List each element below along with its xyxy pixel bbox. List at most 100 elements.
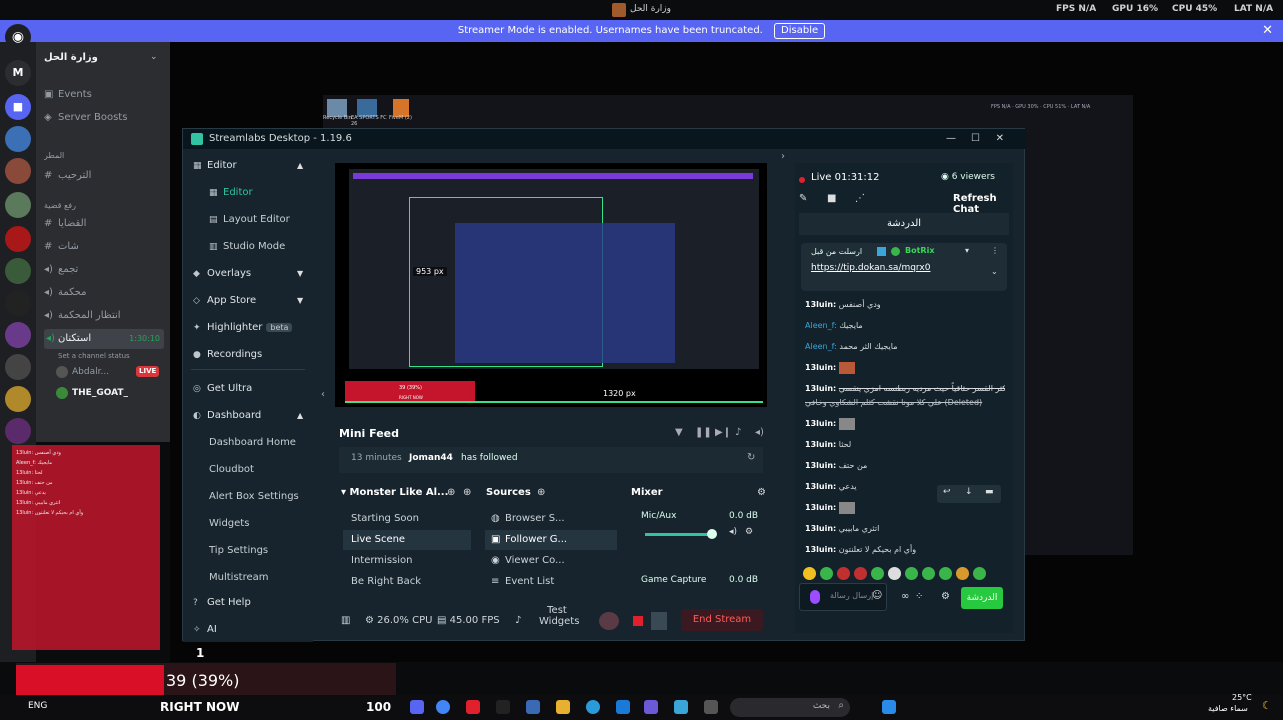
filter-icon[interactable]: ▼: [675, 427, 683, 438]
send-chat-button[interactable]: الدردشة: [961, 587, 1003, 609]
nav-layout-editor[interactable]: ▤ Layout Editor: [209, 209, 290, 231]
emote-icon[interactable]: [837, 567, 850, 580]
tiktok-taskbar-icon[interactable]: [496, 700, 510, 714]
pinned-message[interactable]: ارسلت من قبل BotRix ▾ ⋮ https://tip.doka…: [801, 243, 1007, 291]
chat-message[interactable]: 13luin: وأي ام بحيكم لا تعلنتون: [805, 543, 1005, 557]
source-item[interactable]: ≡ Event List: [485, 572, 617, 592]
feed-item[interactable]: 13 minutes Joman44 has followed ↻: [339, 447, 763, 473]
nav-editor-sub[interactable]: ▦ Editor: [209, 182, 253, 204]
emote-icon[interactable]: [956, 567, 969, 580]
source-item[interactable]: ◉ Viewer Co...: [485, 551, 617, 571]
chat-message[interactable]: 13luin:: [805, 417, 1005, 431]
server-icon[interactable]: [5, 418, 31, 444]
server-icon[interactable]: [5, 192, 31, 218]
chat-message[interactable]: 13luin: اتثري مابيبي: [805, 522, 1005, 536]
edge-taskbar-icon[interactable]: [586, 700, 600, 714]
bell-icon[interactable]: ♪: [735, 427, 741, 438]
store-taskbar-icon[interactable]: [526, 700, 540, 714]
video-icon[interactable]: ■: [827, 193, 836, 204]
share-icon[interactable]: ⋰: [855, 193, 865, 204]
link-icon[interactable]: ∞: [901, 591, 909, 602]
stream-preview[interactable]: 953 px 1320 px 39 (39%) RIGHT NOW: [335, 163, 767, 407]
disable-button[interactable]: Disable: [774, 23, 826, 39]
repeat-icon[interactable]: ↻: [747, 452, 755, 463]
chat-message[interactable]: 13luin: من كثر القسر حثاقياً حيث مرديه ر…: [805, 382, 1005, 396]
server-icon[interactable]: [5, 322, 31, 348]
server-m-icon[interactable]: M: [5, 60, 31, 86]
stats-icon[interactable]: ▥: [341, 615, 350, 626]
pin-icon[interactable]: ▾: [965, 246, 969, 255]
emoji-icon[interactable]: [803, 567, 816, 580]
nav-dashboard-home[interactable]: Dashboard Home: [209, 432, 296, 454]
mic-icon[interactable]: [810, 590, 820, 604]
chevron-down-icon[interactable]: ⌄: [991, 267, 998, 276]
chrome-taskbar-icon[interactable]: [436, 700, 450, 714]
chat-message[interactable]: Aleen_f: مايجيك الثر محمد: [805, 340, 1005, 354]
voice-channel-item[interactable]: ◂) انتظار المحكمة: [44, 306, 164, 326]
nav-ai[interactable]: ✧ AI: [193, 619, 217, 641]
close-icon[interactable]: ✕: [996, 129, 1004, 149]
nav-studio-mode[interactable]: ▥ Studio Mode: [209, 236, 285, 258]
chevron-down-icon[interactable]: ⌄: [150, 52, 158, 62]
scene-item[interactable]: Starting Soon: [343, 509, 471, 529]
emote-icon[interactable]: [888, 567, 901, 580]
reply-icon[interactable]: ↩: [943, 487, 951, 497]
refresh-chat-button[interactable]: Refresh Chat: [953, 193, 1013, 215]
bell-icon[interactable]: ♪: [515, 615, 521, 626]
channel-item[interactable]: # الترحيب: [44, 166, 164, 186]
test-widgets-button[interactable]: Test Widgets: [539, 605, 579, 627]
stop-icon[interactable]: [633, 616, 643, 626]
voice-channel-item[interactable]: ◂) تجمع: [44, 260, 164, 280]
mail-taskbar-icon[interactable]: [616, 700, 630, 714]
nav-cloudbot[interactable]: Cloudbot: [209, 459, 254, 481]
server-icon[interactable]: [5, 290, 31, 316]
more-icon[interactable]: ⋮: [991, 246, 999, 255]
youtube-taskbar-icon[interactable]: [466, 700, 480, 714]
server-icon[interactable]: [5, 126, 31, 152]
record-button[interactable]: [599, 612, 619, 630]
server-icon[interactable]: ■: [5, 94, 31, 120]
mic-volume-slider[interactable]: [645, 533, 715, 536]
boosts-item[interactable]: ◈ Server Boosts: [44, 108, 164, 128]
server-icon[interactable]: [5, 386, 31, 412]
emote-icon[interactable]: [922, 567, 935, 580]
teams-taskbar-icon[interactable]: [644, 700, 658, 714]
app-taskbar-icon[interactable]: [704, 700, 718, 714]
nav-overlays[interactable]: ◆ Overlays: [193, 263, 251, 285]
taskbar-search[interactable]: بحث ⌕: [730, 698, 850, 717]
gear-icon[interactable]: ⚙: [745, 527, 753, 537]
users-icon[interactable]: ⁘: [915, 591, 923, 602]
nav-get-help[interactable]: ? Get Help: [193, 592, 251, 614]
server-icon[interactable]: [5, 258, 31, 284]
gear-icon[interactable]: ⚙: [941, 591, 950, 602]
chevron-down-icon[interactable]: ▼: [297, 296, 303, 305]
nav-alert-box[interactable]: Alert Box Settings: [209, 486, 299, 508]
server-icon[interactable]: [5, 226, 31, 252]
pinned-link[interactable]: https://tip.dokan.sa/mqrx0: [811, 263, 930, 273]
slider-handle[interactable]: [707, 529, 717, 539]
emote-icon[interactable]: [939, 567, 952, 580]
chat-message[interactable]: Aleen_f: مايجيك: [805, 319, 1005, 333]
emote-icon[interactable]: [905, 567, 918, 580]
channel-item[interactable]: # شات: [44, 237, 164, 257]
close-icon[interactable]: ✕: [1262, 20, 1273, 42]
edit-icon[interactable]: ✎: [799, 193, 807, 204]
nav-widgets[interactable]: Widgets: [209, 513, 249, 535]
chevron-right-icon[interactable]: ›: [781, 151, 785, 162]
chat-message[interactable]: 13luin: لحثا: [805, 438, 1005, 452]
nav-get-ultra[interactable]: ◎ Get Ultra: [193, 378, 252, 400]
discord-logo-icon[interactable]: ◉: [5, 24, 31, 50]
chevron-down-icon[interactable]: ▼: [297, 269, 303, 278]
maximize-icon[interactable]: ☐: [971, 129, 980, 149]
nav-tip-settings[interactable]: Tip Settings: [209, 540, 268, 562]
app-taskbar-icon[interactable]: [674, 700, 688, 714]
emoji-icon[interactable]: ☺: [872, 590, 882, 601]
chat-message[interactable]: 13luin: ودي أصنفس: [805, 298, 1005, 312]
scene-item[interactable]: Intermission: [343, 551, 471, 571]
chevron-left-icon[interactable]: ‹: [321, 389, 325, 400]
nav-editor[interactable]: ▦ Editor: [193, 155, 237, 177]
chat-input[interactable]: إرسال رسالة ☺: [799, 583, 887, 611]
minimize-icon[interactable]: —: [946, 129, 956, 149]
nav-app-store[interactable]: ◇ App Store: [193, 290, 256, 312]
category-header[interactable]: المطر: [44, 146, 164, 166]
